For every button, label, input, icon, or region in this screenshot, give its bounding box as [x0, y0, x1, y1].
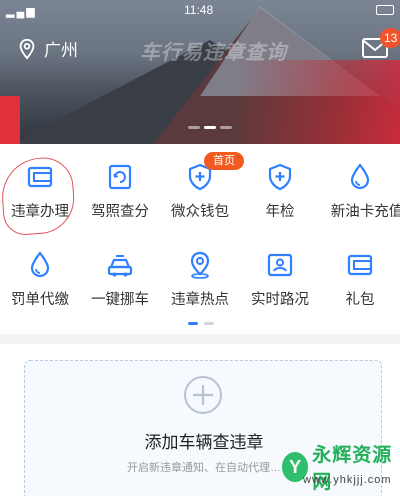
mail-badge: 13 — [380, 28, 400, 48]
portrait-card-icon — [267, 253, 293, 277]
service-label: 一键挪车 — [91, 292, 149, 308]
grid-pager — [188, 322, 214, 325]
banner-red-glow — [240, 60, 400, 144]
service-gift-pack[interactable]: 礼包 — [320, 238, 400, 326]
service-label: 违章热点 — [171, 292, 229, 308]
battery-icon — [376, 5, 394, 15]
service-label: 新油卡充值 — [330, 204, 400, 220]
pager-dot — [204, 322, 214, 325]
pager-dot — [188, 126, 200, 129]
plus-circle-icon — [184, 376, 222, 414]
pager-dot-active — [204, 126, 216, 129]
pager-dot — [220, 126, 232, 129]
watermark-url: www.yhkjjj.com — [303, 474, 392, 486]
license-refresh-icon — [108, 164, 132, 190]
service-label: 罚单代缴 — [11, 292, 69, 308]
pager-dot-active — [188, 322, 198, 325]
banner-slogan: 车行易违章查询 — [140, 42, 287, 64]
shield-plus-icon — [268, 163, 292, 191]
drop-icon — [30, 251, 50, 278]
location-pin-icon — [19, 38, 35, 60]
service-license-points[interactable]: 驾照查分 — [80, 150, 160, 238]
signal-icon: ▂▄▆ — [6, 6, 37, 18]
service-label: 礼包 — [345, 292, 375, 308]
service-row: 罚单代缴 一键挪车 违章热点 实时路况 礼包 — [0, 238, 400, 326]
section-divider — [0, 334, 400, 344]
status-time: 11:48 — [184, 3, 214, 17]
city-name: 广州 — [44, 41, 78, 60]
wallet-card-icon — [347, 254, 373, 276]
car-icon — [107, 255, 133, 277]
status-bar: ▂▄▆ 11:48 — [0, 0, 400, 22]
service-label: 驾照查分 — [91, 204, 149, 220]
service-label: 微众钱包 — [171, 204, 229, 220]
drop-icon — [350, 163, 370, 190]
top-banner[interactable]: ▂▄▆ 11:48 广州 车行易违章查询 13 — [0, 0, 400, 144]
location-pin-icon — [190, 251, 210, 279]
city-selector[interactable]: 广州 — [16, 36, 78, 61]
homepage-badge: 首页 — [204, 152, 244, 170]
service-live-traffic[interactable]: 实时路况 — [240, 238, 320, 326]
service-label: 年检 — [265, 204, 295, 220]
service-label: 实时路况 — [251, 292, 309, 308]
banner-pager — [188, 126, 232, 129]
service-fine-payment[interactable]: 罚单代缴 — [0, 238, 80, 326]
service-annual-inspection[interactable]: 年检 — [240, 150, 320, 238]
service-violation-hotspots[interactable]: 违章热点 — [160, 238, 240, 326]
service-fuel-card-topup[interactable]: 新油卡充值 — [320, 150, 400, 238]
service-move-car[interactable]: 一键挪车 — [80, 238, 160, 326]
banner-red-edge — [0, 96, 20, 144]
